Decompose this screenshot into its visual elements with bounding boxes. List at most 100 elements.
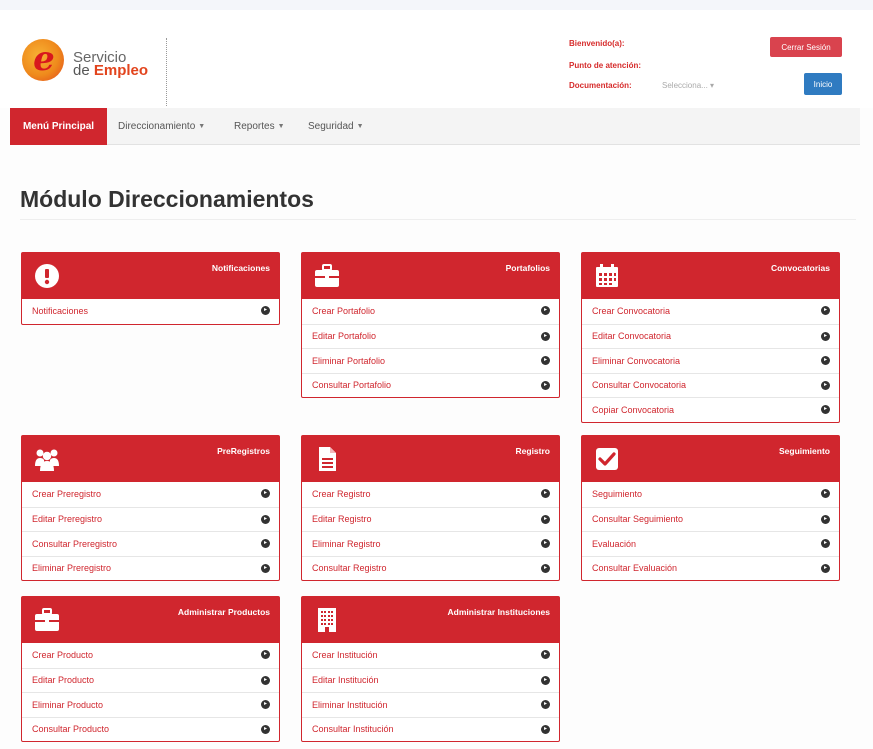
nav-reportes[interactable]: Reportes ▼ <box>234 108 285 145</box>
panel-link[interactable]: Editar Institución ▸ <box>302 667 559 693</box>
arrow-right-icon: ▸ <box>541 675 550 685</box>
panel-link[interactable]: Eliminar Portafolio ▸ <box>302 348 559 373</box>
panel-link[interactable]: Notificaciones ▸ <box>22 299 279 324</box>
panel-link[interactable]: Editar Portafolio ▸ <box>302 323 559 349</box>
arrow-right-icon: ▸ <box>541 650 550 659</box>
panel-link[interactable]: Consultar Evaluación ▸ <box>582 555 839 581</box>
panel-portafolios: Portafolios Crear Portafolio ▸ Editar Por… <box>301 252 560 398</box>
panel-header: PreRegistros <box>22 436 279 482</box>
exclamation-icon <box>35 264 59 288</box>
panel-link[interactable]: Eliminar Convocatoria ▸ <box>582 348 839 373</box>
arrow-right-icon: ▸ <box>261 724 270 734</box>
panel-link[interactable]: Crear Preregistro ▸ <box>22 482 279 507</box>
panel-link[interactable]: Editar Convocatoria ▸ <box>582 323 839 349</box>
arrow-right-icon: ▸ <box>261 650 270 659</box>
arrow-right-icon: ▸ <box>821 563 830 573</box>
logo-text-line2: de Empleo <box>73 62 149 79</box>
panel-link[interactable]: Eliminar Preregistro ▸ <box>22 555 279 581</box>
panel-header: Administrar Instituciones <box>302 597 559 643</box>
panel-link[interactable]: Crear Institución ▸ <box>302 643 559 668</box>
arrow-right-icon: ▸ <box>541 563 550 573</box>
panel-header: Administrar Productos <box>22 597 279 643</box>
panel-title: Notificaciones <box>211 263 270 273</box>
panel-administrar-instituciones: Administrar Instituciones Crear Instituc… <box>301 596 560 742</box>
bienvenido-label: Bienvenido(a): <box>569 39 625 48</box>
panel-list: Crear Institución ▸ Editar Institución ▸ E… <box>302 643 559 741</box>
panel-link[interactable]: Consultar Seguimiento ▸ <box>582 506 839 532</box>
arrow-right-icon: ▸ <box>541 380 550 390</box>
caret-down-icon: ▼ <box>277 123 285 130</box>
arrow-right-icon: ▸ <box>821 539 830 548</box>
arrow-right-icon: ▸ <box>261 563 270 573</box>
panel-title: Seguimiento <box>778 446 830 456</box>
panel-list: Notificaciones ▸ <box>22 299 279 324</box>
nav-seguridad[interactable]: Seguridad ▼ <box>308 108 364 145</box>
panel-notificaciones: Notificaciones Notificaciones ▸ <box>21 252 280 325</box>
panel-link[interactable]: Consultar Registro ▸ <box>302 555 559 581</box>
arrow-right-icon: ▸ <box>541 489 550 498</box>
arrow-right-icon: ▸ <box>541 331 550 341</box>
panel-link[interactable]: Crear Portafolio ▸ <box>302 299 559 324</box>
panel-link[interactable]: Consultar Institución ▸ <box>302 716 559 742</box>
panel-title: Administrar Productos <box>177 607 270 617</box>
panel-convocatorias: Convocatorias Crear Convocatoria ▸ Editar… <box>581 252 840 423</box>
panel-header: Registro <box>302 436 559 482</box>
arrow-right-icon: ▸ <box>261 489 270 498</box>
panel-title: PreRegistros <box>217 446 270 456</box>
chevron-down-icon: ▾ <box>710 81 715 90</box>
documentacion-select[interactable]: Selecciona... ▾ <box>662 81 714 90</box>
panel-link[interactable]: Consultar Producto ▸ <box>22 716 279 742</box>
panel-link[interactable]: Seguimiento ▸ <box>582 482 839 507</box>
panel-title: Administrar Instituciones <box>447 607 551 617</box>
panel-link[interactable]: Crear Registro ▸ <box>302 482 559 507</box>
punto-atencion-label: Punto de atención: <box>569 61 641 70</box>
panel-link[interactable]: Crear Convocatoria ▸ <box>582 299 839 324</box>
nav-direccionamiento[interactable]: Direccionamiento ▼ <box>118 108 205 145</box>
panel-link[interactable]: Eliminar Registro ▸ <box>302 531 559 556</box>
header: e Servicio de Empleo <box>0 10 873 108</box>
panel-header: Notificaciones <box>22 253 279 299</box>
arrow-right-icon: ▸ <box>821 356 830 365</box>
panel-link[interactable]: Consultar Convocatoria ▸ <box>582 372 839 398</box>
panel-list: Crear Portafolio ▸ Editar Portafolio ▸ Eli… <box>302 299 559 397</box>
panel-link[interactable]: Eliminar Institución ▸ <box>302 692 559 717</box>
panel-title: Registro <box>515 446 550 456</box>
panel-link[interactable]: Eliminar Producto ▸ <box>22 692 279 717</box>
main-navbar: Menú Principal Direccionamiento ▼ Reporte… <box>10 108 860 145</box>
arrow-right-icon: ▸ <box>821 380 830 390</box>
panel-list: Crear Convocatoria ▸ Editar Convocatoria ▸… <box>582 299 839 422</box>
arrow-right-icon: ▸ <box>261 675 270 685</box>
panel-link[interactable]: Crear Producto ▸ <box>22 643 279 668</box>
panel-link[interactable]: Consultar Preregistro ▸ <box>22 531 279 556</box>
arrow-right-icon: ▸ <box>261 514 270 524</box>
header-divider <box>166 38 167 106</box>
logo-e-icon: e <box>33 39 55 79</box>
arrow-right-icon: ▸ <box>541 514 550 524</box>
inicio-button[interactable]: Inicio <box>804 73 842 95</box>
panel-link[interactable]: Editar Producto ▸ <box>22 667 279 693</box>
panel-link[interactable]: Evaluación ▸ <box>582 531 839 556</box>
panel-header: Convocatorias <box>582 253 839 299</box>
page-title: Módulo Direccionamientos <box>20 186 314 212</box>
arrow-right-icon: ▸ <box>541 356 550 365</box>
panel-link[interactable]: Editar Preregistro ▸ <box>22 506 279 532</box>
servicio-empleo-logo[interactable]: e Servicio de Empleo <box>22 37 162 87</box>
arrow-right-icon: ▸ <box>821 331 830 341</box>
title-divider <box>20 219 856 220</box>
arrow-right-icon: ▸ <box>541 700 550 709</box>
panel-link[interactable]: Consultar Portafolio ▸ <box>302 372 559 398</box>
panel-title: Convocatorias <box>770 263 830 273</box>
caret-down-icon: ▼ <box>356 123 364 130</box>
arrow-right-icon: ▸ <box>821 405 830 414</box>
document-icon <box>319 447 336 471</box>
panel-link[interactable]: Editar Registro ▸ <box>302 506 559 532</box>
panel-link[interactable]: Copiar Convocatoria ▸ <box>582 397 839 422</box>
cerrar-sesion-button[interactable]: Cerrar Sesión <box>770 37 842 57</box>
nav-menu-principal[interactable]: Menú Principal <box>10 108 107 145</box>
arrow-right-icon: ▸ <box>821 514 830 524</box>
panel-preregistros: PreRegistros Crear Preregistro ▸ Editar P… <box>21 435 280 581</box>
arrow-right-icon: ▸ <box>821 306 830 315</box>
briefcase-icon <box>315 264 339 287</box>
briefcase-icon <box>35 608 59 631</box>
panel-list: Crear Preregistro ▸ Editar Preregistro ▸ C… <box>22 482 279 580</box>
